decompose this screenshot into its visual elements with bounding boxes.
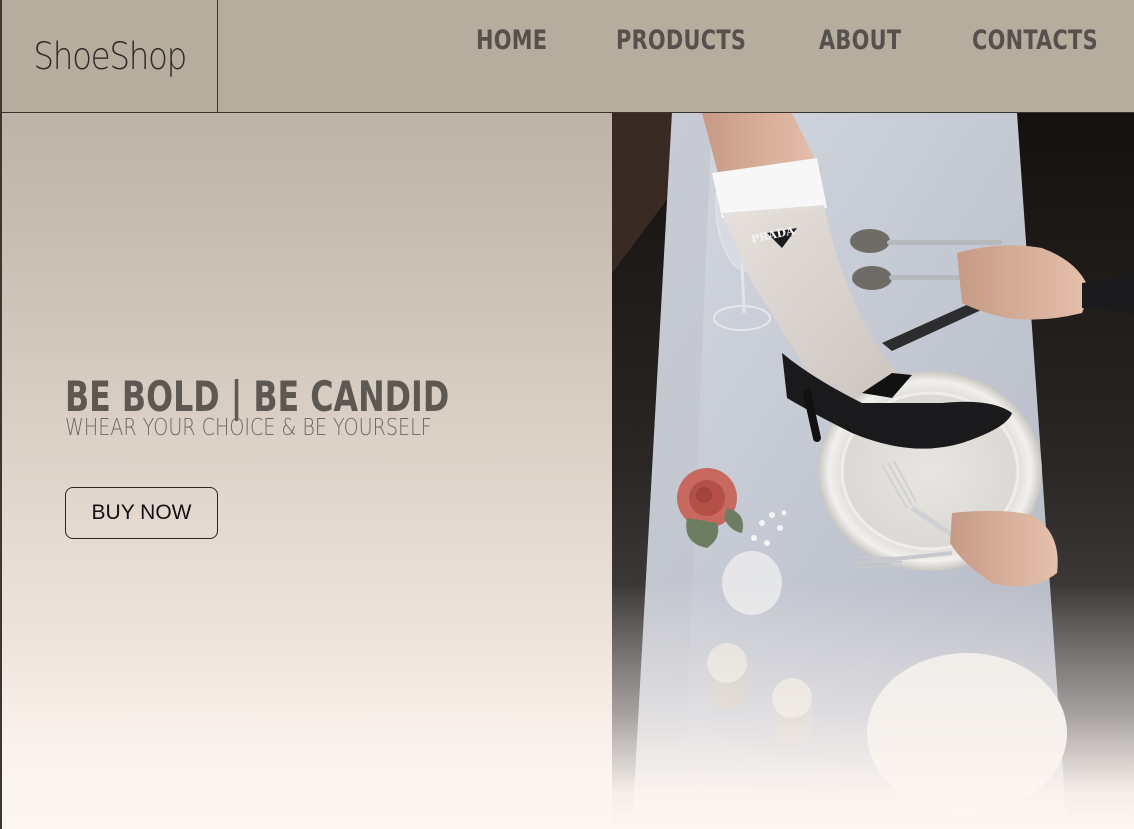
buy-now-button[interactable]: BUY NOW: [65, 487, 218, 539]
nav-about-link[interactable]: ABOUT: [819, 25, 901, 56]
hero-subtitle: WHEAR YOUR CHOICE & BE YOURSELF: [65, 415, 432, 441]
site-header: ShoeShop HOME PRODUCTS ABOUT CONTACTS: [2, 0, 1134, 113]
nav-products-link[interactable]: PRODUCTS: [616, 25, 746, 56]
hero-title: BE BOLD | BE CANDID: [65, 372, 450, 421]
nav-contacts-link[interactable]: CONTACTS: [972, 25, 1098, 56]
logo-box: ShoeShop: [2, 0, 218, 112]
page-left-border: [0, 0, 2, 829]
site-logo[interactable]: ShoeShop: [33, 35, 187, 78]
hero-photo: PRADA: [612, 113, 1134, 829]
hero-photo-illustration: PRADA: [612, 113, 1134, 829]
landing-page: ShoeShop HOME PRODUCTS ABOUT CONTACTS BE…: [0, 0, 1134, 829]
hero-text-block: BE BOLD | BE CANDID WHEAR YOUR CHOICE & …: [65, 372, 585, 441]
nav-home-link[interactable]: HOME: [476, 25, 547, 56]
